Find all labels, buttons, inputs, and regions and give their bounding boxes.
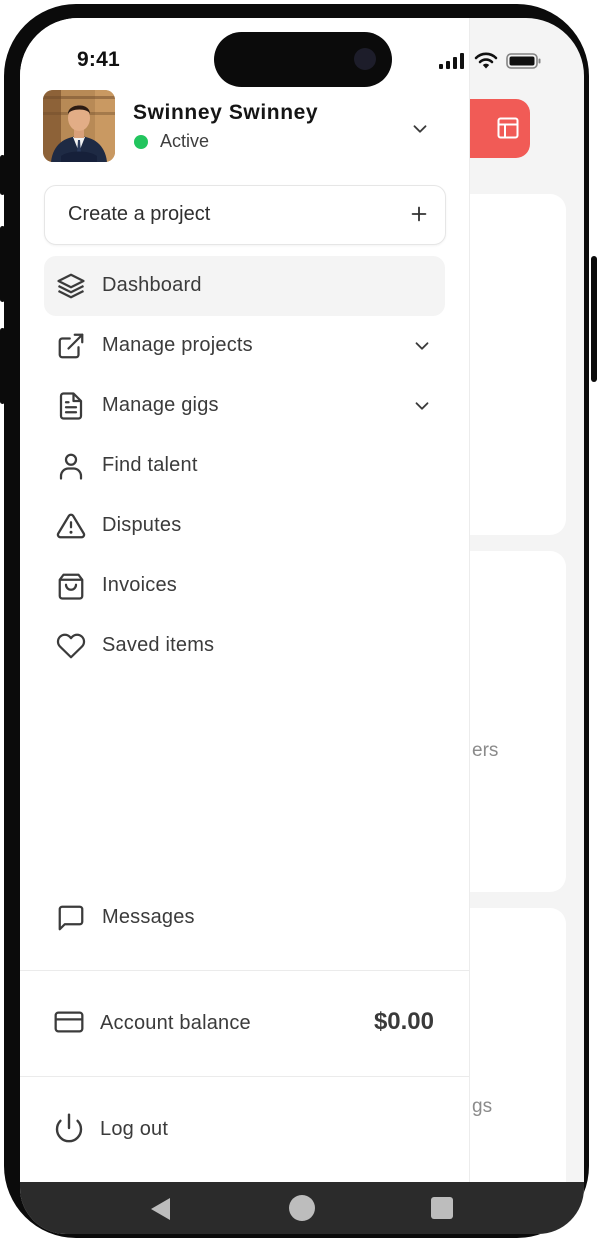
plus-icon — [411, 206, 427, 222]
account-status-label: Active — [160, 131, 210, 151]
user-icon — [59, 453, 83, 480]
nav-item-messages[interactable]: Messages — [44, 888, 445, 948]
phone-power-button — [591, 256, 597, 382]
nav-item-dashboard[interactable]: Dashboard — [44, 256, 445, 316]
status-time: 9:41 — [77, 48, 120, 71]
avatar[interactable] — [43, 90, 115, 162]
create-project-button[interactable]: Create a project — [44, 185, 446, 245]
system-navigation-bar — [20, 1182, 584, 1234]
background-card-3-text: gs — [472, 1096, 493, 1117]
chevron-down-icon — [415, 342, 429, 350]
back-triangle-icon[interactable] — [148, 1196, 174, 1222]
nav-item-manage-projects[interactable]: Manage projects — [44, 316, 445, 376]
nav-item-label: Manage gigs — [102, 394, 219, 416]
front-camera — [354, 48, 376, 70]
divider — [20, 1076, 469, 1077]
document-icon — [59, 392, 83, 420]
nav-item-label: Disputes — [102, 514, 182, 536]
status-icons — [438, 52, 542, 70]
recents-square-icon[interactable] — [430, 1196, 454, 1220]
nav-item-find-talent[interactable]: Find talent — [44, 436, 445, 496]
logout-button[interactable]: Log out — [44, 1098, 445, 1158]
side-drawer: Swinney Swinney Active Create a project — [20, 18, 470, 1182]
power-icon — [55, 1113, 83, 1143]
warning-icon — [56, 513, 86, 539]
nav-item-label: Messages — [102, 906, 195, 928]
layout-icon — [497, 117, 519, 139]
layers-icon — [57, 273, 85, 299]
create-project-label: Create a project — [68, 203, 211, 225]
background-card-2-text: ers — [472, 740, 499, 761]
heart-icon — [56, 633, 86, 659]
chevron-down-icon — [415, 402, 429, 410]
credit-card-icon — [54, 1011, 84, 1033]
logout-label: Log out — [100, 1118, 169, 1140]
external-link-icon — [58, 333, 84, 359]
nav-item-label: Invoices — [102, 574, 177, 596]
wifi-icon — [474, 52, 498, 69]
nav-item-label: Find talent — [102, 454, 198, 476]
nav-item-disputes[interactable]: Disputes — [44, 496, 445, 556]
phone-frame: ers gs Swinney Swinney Active Create a p… — [4, 4, 589, 1238]
active-status-dot — [134, 134, 148, 149]
account-name: Swinney Swinney — [133, 101, 319, 124]
nav-item-label: Manage projects — [102, 334, 253, 356]
battery-icon — [506, 53, 541, 69]
nav-item-label: Dashboard — [102, 274, 202, 296]
screen: ers gs Swinney Swinney Active Create a p… — [20, 18, 584, 1234]
nav-item-invoices[interactable]: Invoices — [44, 556, 445, 616]
account-status: Active — [133, 131, 209, 152]
message-icon — [58, 905, 84, 931]
nav-item-manage-gigs[interactable]: Manage gigs — [44, 376, 445, 436]
account-balance-value: $0.00 — [373, 1008, 434, 1035]
home-circle-icon[interactable] — [288, 1194, 316, 1222]
cellular-signal-icon — [439, 53, 464, 69]
avatar-photo — [43, 90, 115, 162]
nav-item-label: Saved items — [102, 634, 215, 656]
shopping-bag-icon — [58, 573, 84, 600]
account-balance-label: Account balance — [100, 1012, 251, 1034]
nav-item-saved-items[interactable]: Saved items — [44, 616, 445, 676]
account-chevron-down-icon[interactable] — [409, 118, 431, 140]
